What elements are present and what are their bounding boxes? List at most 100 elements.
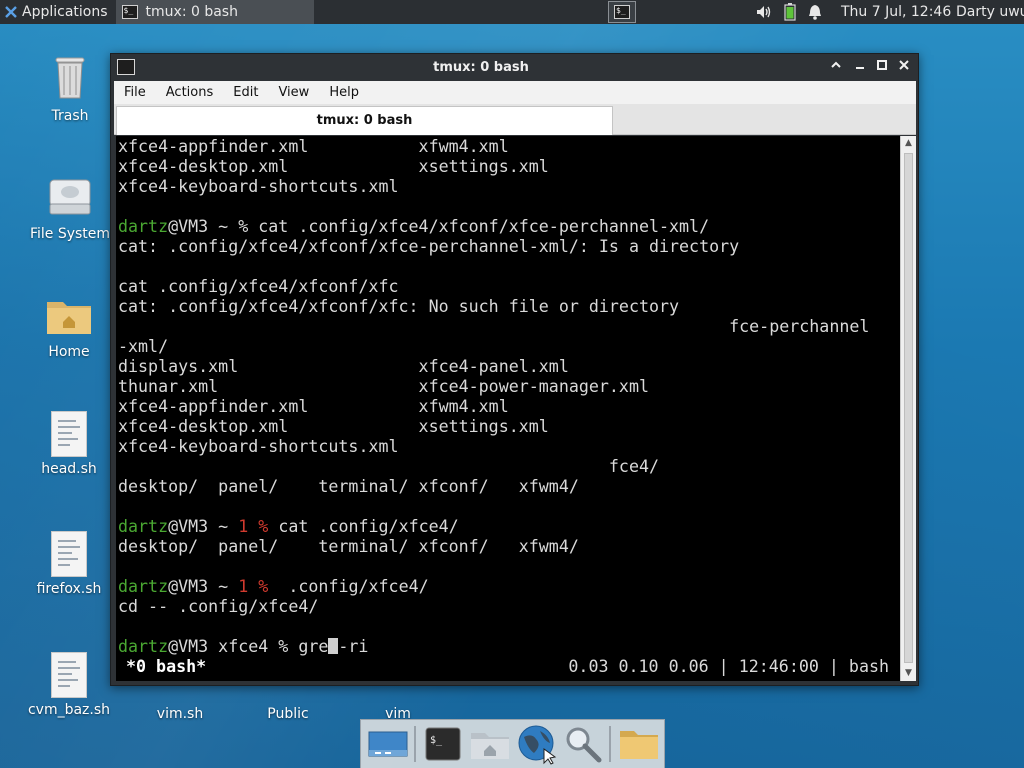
terminal-line: desktop/ panel/ terminal/ xfconf/ xfwm4/ <box>118 477 869 497</box>
desktop-icon-label: Public <box>267 706 309 722</box>
battery-icon[interactable] <box>784 3 796 21</box>
terminal-text-segment: cat: .config/xfce4/xfconf/xfc: No such f… <box>118 297 680 316</box>
terminal-line: dartz@VM3 ~ 1 % .config/xfce4/ <box>118 577 869 597</box>
terminal-cursor <box>328 638 339 654</box>
applications-menu-button[interactable]: Applications <box>0 0 112 24</box>
terminal-text-segment: @VM3 xfce4 % gre <box>168 637 329 656</box>
terminal-text-segment: .config/xfce4/ <box>268 577 429 596</box>
terminal-line: xfce4-appfinder.xml xfwm4.xml <box>118 397 869 417</box>
desktop-icon-cvm-baz-sh[interactable]: cvm_baz.sh <box>19 652 119 718</box>
folder-icon <box>619 731 658 759</box>
shell-script-icon <box>51 411 87 457</box>
terminal-text-segment: -ri <box>338 637 369 656</box>
shell-script-icon <box>51 531 87 577</box>
desktop-icon-file-system[interactable]: File System <box>20 176 120 242</box>
shell-script-icon <box>51 652 87 698</box>
trash-icon <box>55 57 85 99</box>
volume-icon[interactable] <box>756 5 772 19</box>
terminal-text-segment: 1 <box>238 577 249 596</box>
workspace-terminal-launcher[interactable]: $_ <box>608 1 636 23</box>
dock-home-folder-button[interactable] <box>469 722 512 766</box>
terminal-text-segment: cat .config/xfce4/xfconf/xfc <box>118 277 399 296</box>
terminal-text-segment: xfce4-desktop.xml xsettings.xml <box>118 417 549 436</box>
terminal-scrollbar[interactable]: ▲ ▼ <box>900 136 916 681</box>
terminal-output[interactable]: xfce4-appfinder.xml xfwm4.xml xfce4-deskt… <box>116 136 900 681</box>
dock-web-browser-button[interactable] <box>515 722 558 766</box>
terminal-line: xfce4-desktop.xml xsettings.xml <box>118 417 869 437</box>
minimize-icon[interactable] <box>851 58 869 76</box>
terminal-line: xfce4-desktop.xml xsettings.xml <box>118 157 869 177</box>
desktop-icon-label: File System <box>29 226 111 242</box>
window-title: tmux: 0 bash <box>433 60 529 75</box>
terminal-line: dartz@VM3 ~ % cat .config/xfce4/xfconf/x… <box>118 217 869 237</box>
terminal-text-segment: @VM3 ~ <box>168 577 239 596</box>
menu-bar: File Actions Edit View Help <box>114 81 916 104</box>
desktop-icon-public[interactable]: Public <box>238 688 338 722</box>
scroll-down-icon[interactable]: ▼ <box>903 668 914 679</box>
user-menu[interactable]: Darty uwu <box>956 4 1024 20</box>
dock-separator <box>609 726 612 762</box>
notification-bell-icon[interactable] <box>808 4 822 20</box>
desktop-icon-label: vim.sh <box>156 706 204 722</box>
terminal-text-segment: cd -- .config/xfce4/ <box>118 597 319 616</box>
scrollbar-thumb[interactable] <box>904 153 913 663</box>
terminal-line: fce-perchannel <box>118 317 869 337</box>
bottom-dock: $_ <box>360 719 665 768</box>
desktop-icon-vim[interactable]: vim <box>348 688 448 722</box>
desktop-icon-trash[interactable]: Trash <box>20 54 120 124</box>
terminal-text-segment: dartz <box>118 517 169 536</box>
desktop-icon-vim-sh[interactable]: vim.sh <box>130 688 230 722</box>
tmux-status-right: 0.03 0.10 0.06 | 12:46:00 | bash <box>568 657 889 676</box>
terminal-text-segment: % <box>258 577 269 596</box>
desktop-icon-home[interactable]: Home <box>19 296 119 360</box>
show-desktop-button[interactable] <box>367 722 410 766</box>
tmux-window-indicator[interactable]: *0 bash* <box>126 657 206 677</box>
menu-view[interactable]: View <box>268 85 319 100</box>
system-tray <box>756 0 834 24</box>
terminal-text-segment: fce4/ <box>118 457 659 476</box>
taskbar-window-button[interactable]: $_ tmux: 0 bash <box>115 0 314 24</box>
scroll-up-icon[interactable]: ▲ <box>903 138 914 149</box>
dock-files-button[interactable] <box>617 722 660 766</box>
terminal-line: cd -- .config/xfce4/ <box>118 597 869 617</box>
desktop-icon-label: cvm_baz.sh <box>27 702 111 718</box>
terminal-text: xfce4-appfinder.xml xfwm4.xml xfce4-deskt… <box>118 137 869 657</box>
home-folder-icon <box>47 302 91 334</box>
dock-app-finder-button[interactable] <box>562 722 605 766</box>
maximize-icon[interactable] <box>873 58 891 76</box>
window-titlebar[interactable]: tmux: 0 bash <box>111 54 918 81</box>
menu-actions[interactable]: Actions <box>156 85 224 100</box>
terminal-text-segment: fce-perchannel <box>118 317 870 336</box>
terminal-text-segment: dartz <box>118 217 169 236</box>
terminal-line: thunar.xml xfce4-power-manager.xml <box>118 377 869 397</box>
terminal-line: cat: .config/xfce4/xfconf/xfc: No such f… <box>118 297 869 317</box>
terminal-line: desktop/ panel/ terminal/ xfconf/ xfwm4/ <box>118 537 869 557</box>
xfce-logo-icon <box>5 6 17 18</box>
tab-bar: tmux: 0 bash <box>114 104 916 135</box>
desktop-icon-label: Trash <box>51 108 89 124</box>
terminal-text-segment: 1 <box>238 517 249 536</box>
terminal-window: tmux: 0 bash File Actions Edit View Help… <box>110 53 919 686</box>
terminal-text-segment: cat: .config/xfce4/xfconf/xfce-perchanne… <box>118 237 740 256</box>
terminal-text-segment: % <box>258 517 269 536</box>
home-folder-icon <box>471 733 510 759</box>
dock-terminal-button[interactable]: $_ <box>422 722 465 766</box>
tab-tmux-bash[interactable]: tmux: 0 bash <box>116 106 613 135</box>
menu-file[interactable]: File <box>114 85 156 100</box>
desktop-icon-label: Home <box>48 344 90 360</box>
magnifier-icon <box>566 727 602 763</box>
desktop-icon-head-sh[interactable]: head.sh <box>19 411 119 477</box>
menu-edit[interactable]: Edit <box>223 85 268 100</box>
clock[interactable]: Thu 7 Jul, 12:46 <box>841 4 951 20</box>
close-icon[interactable] <box>895 58 913 76</box>
desktop-icon-firefox-sh[interactable]: firefox.sh <box>19 531 119 597</box>
terminal-text-segment: desktop/ panel/ terminal/ xfconf/ xfwm4/ <box>118 477 579 496</box>
terminal-line: cat: .config/xfce4/xfconf/xfce-perchanne… <box>118 237 869 257</box>
menu-help[interactable]: Help <box>319 85 369 100</box>
chevron-up-icon[interactable] <box>827 58 845 76</box>
